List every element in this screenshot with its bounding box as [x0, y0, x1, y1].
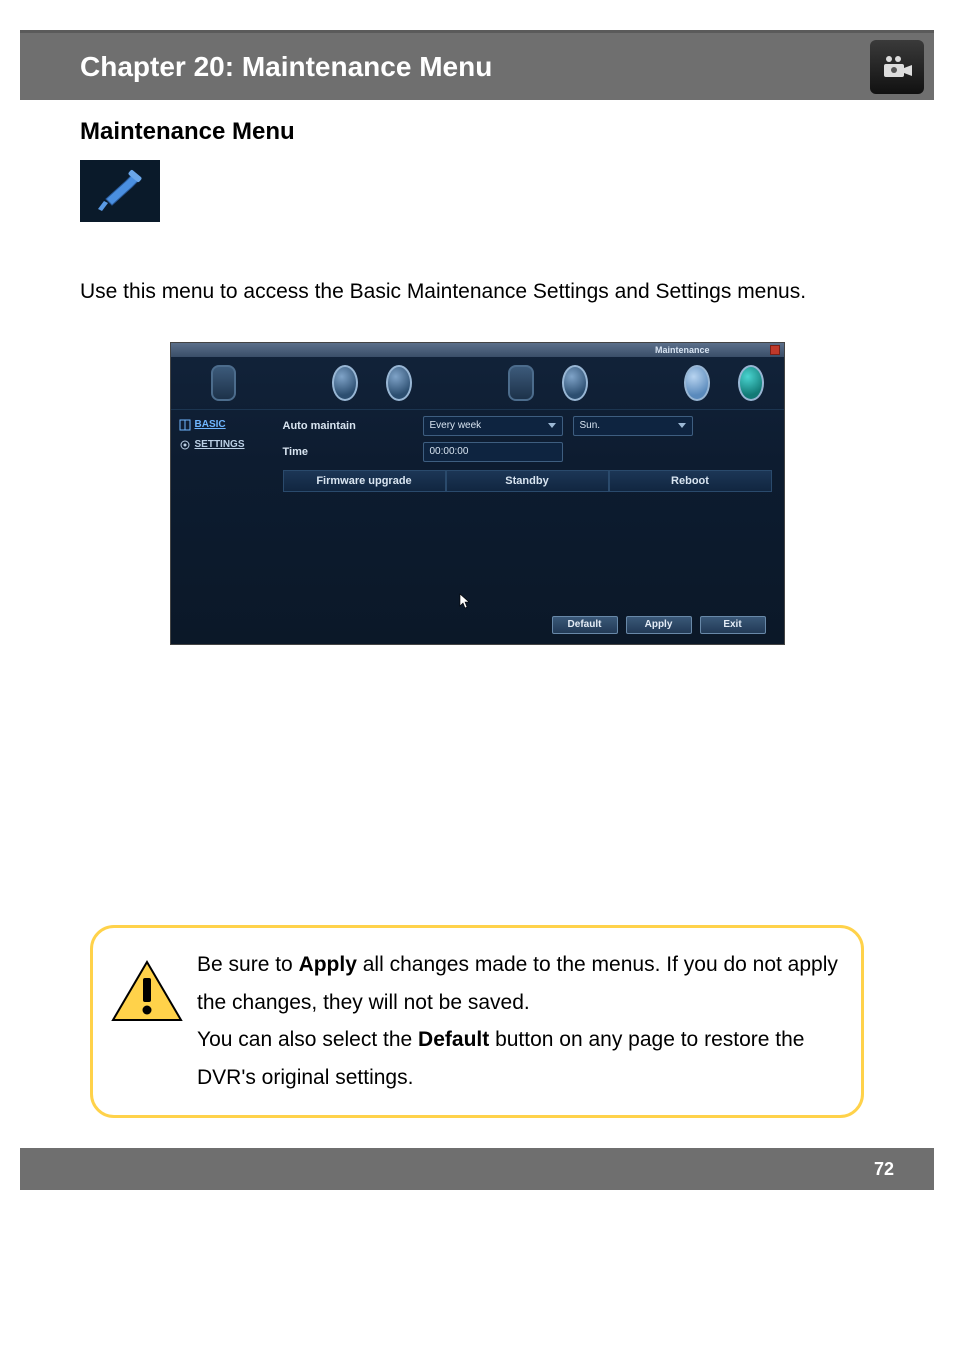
chevron-down-icon — [548, 423, 556, 428]
default-button[interactable]: Default — [552, 616, 618, 634]
frequency-select[interactable]: Every week — [423, 416, 563, 436]
toolbar-icon-4[interactable] — [508, 365, 534, 401]
section-title: Maintenance Menu — [80, 118, 874, 146]
time-label: Time — [283, 446, 413, 458]
window-title: Maintenance — [655, 345, 710, 355]
tip-callout: Be sure to Apply all changes made to the… — [90, 925, 864, 1118]
tip-line2-pre: You can also select the — [197, 1028, 418, 1051]
apply-button[interactable]: Apply — [626, 616, 692, 634]
time-value: 00:00:00 — [430, 446, 469, 457]
sidebar-item-label: BASIC — [195, 419, 226, 430]
toolbar-icon-2[interactable] — [332, 365, 358, 401]
chevron-down-icon — [678, 423, 686, 428]
close-icon[interactable] — [770, 345, 780, 355]
tip-text: Be sure to Apply all changes made to the… — [197, 946, 843, 1097]
sidebar: BASIC SETTINGS — [171, 410, 279, 608]
chapter-title: Chapter 20: Maintenance Menu — [80, 51, 492, 83]
tip-line1-bold: Apply — [299, 953, 357, 976]
power-icon[interactable] — [738, 365, 764, 401]
sidebar-item-label: SETTINGS — [195, 439, 245, 450]
day-select[interactable]: Sun. — [573, 416, 693, 436]
dvr-screenshot: Maintenance — [170, 342, 785, 645]
page-number: 72 — [874, 1159, 894, 1180]
standby-button[interactable]: Standby — [446, 470, 609, 492]
screenshot-footer: Default Apply Exit — [171, 608, 784, 644]
firmware-upgrade-button[interactable]: Firmware upgrade — [283, 470, 446, 492]
page-footer: 72 — [20, 1148, 934, 1190]
window-titlebar: Maintenance — [171, 343, 784, 357]
camera-icon — [870, 40, 924, 94]
main-panel: Auto maintain Every week Sun. Time — [279, 410, 784, 608]
toolbar-icon-6[interactable] — [684, 365, 710, 401]
toolbar-icon-5[interactable] — [562, 365, 588, 401]
sidebar-item-settings[interactable]: SETTINGS — [175, 436, 275, 454]
exit-button[interactable]: Exit — [700, 616, 766, 634]
toolbar-icon-1[interactable] — [211, 365, 237, 401]
reboot-button[interactable]: Reboot — [609, 470, 772, 492]
tip-line2-bold: Default — [418, 1028, 489, 1051]
sidebar-item-basic[interactable]: BASIC — [175, 416, 275, 434]
time-input[interactable]: 00:00:00 — [423, 442, 563, 462]
chapter-header: Chapter 20: Maintenance Menu — [20, 30, 934, 100]
tip-line1-pre: Be sure to — [197, 953, 299, 976]
warning-icon — [111, 960, 183, 1029]
intro-paragraph: Use this menu to access the Basic Mainte… — [80, 272, 874, 312]
toolbar-icon-3[interactable] — [386, 365, 412, 401]
top-toolbar — [171, 357, 784, 410]
day-value: Sun. — [580, 420, 601, 431]
basic-icon — [179, 419, 191, 431]
frequency-value: Every week — [430, 420, 482, 431]
gear-icon — [179, 439, 191, 451]
cursor-icon — [459, 593, 471, 612]
maintenance-icon — [80, 160, 160, 222]
auto-maintain-label: Auto maintain — [283, 420, 413, 432]
